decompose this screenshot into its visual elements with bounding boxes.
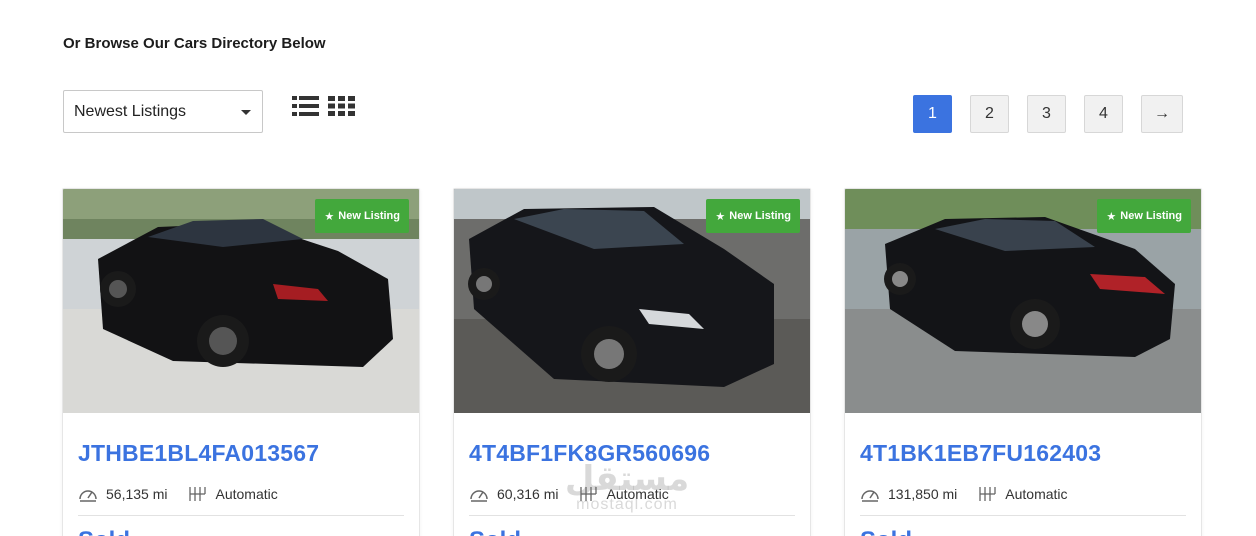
list-view-icon[interactable] <box>292 96 319 116</box>
new-listing-badge: ★ New Listing <box>315 199 409 233</box>
listing-card[interactable]: ★ New Listing 4T4BF1FK8GR560696 60,316 m… <box>453 188 811 536</box>
transmission-value: Automatic <box>1005 486 1068 502</box>
transmission-icon <box>580 487 598 501</box>
new-listing-badge: ★ New Listing <box>1097 199 1191 233</box>
transmission-value: Automatic <box>606 486 669 502</box>
chevron-down-icon <box>241 110 251 115</box>
speedometer-icon <box>79 490 97 502</box>
listing-vin-link[interactable]: 4T4BF1FK8GR560696 <box>469 440 710 467</box>
listing-status: Sold <box>469 527 521 536</box>
star-icon: ★ <box>324 210 335 223</box>
listing-vin-link[interactable]: 4T1BK1EB7FU162403 <box>860 440 1101 467</box>
listing-status: Sold <box>78 527 130 536</box>
pagination-next-button[interactable]: → <box>1141 95 1183 133</box>
car-photo[interactable]: ★ New Listing <box>63 189 419 413</box>
speedometer-icon <box>470 490 488 502</box>
mileage-value: 56,135 mi <box>106 486 168 502</box>
sort-selected-value: Newest Listings <box>74 102 187 120</box>
divider <box>860 515 1186 516</box>
badge-label: New Listing <box>729 210 791 222</box>
star-icon: ★ <box>1106 210 1117 223</box>
car-photo[interactable]: ★ New Listing <box>845 189 1201 413</box>
pagination-page-4[interactable]: 4 <box>1084 95 1123 133</box>
pagination-page-1[interactable]: 1 <box>913 95 952 133</box>
mileage-value: 60,316 mi <box>497 486 559 502</box>
grid-view-icon[interactable] <box>328 96 355 116</box>
speedometer-icon <box>861 490 879 502</box>
new-listing-badge: ★ New Listing <box>706 199 800 233</box>
listing-vin-link[interactable]: JTHBE1BL4FA013567 <box>78 440 319 467</box>
pagination-page-3[interactable]: 3 <box>1027 95 1066 133</box>
listing-card[interactable]: ★ New Listing JTHBE1BL4FA013567 56,135 m… <box>62 188 420 536</box>
sort-dropdown[interactable]: Newest Listings <box>63 90 263 133</box>
transmission-value: Automatic <box>215 486 278 502</box>
transmission-icon <box>189 487 207 501</box>
star-icon: ★ <box>715 210 726 223</box>
mileage-value: 131,850 mi <box>888 486 958 502</box>
badge-label: New Listing <box>1120 210 1182 222</box>
listing-status: Sold <box>860 527 912 536</box>
badge-label: New Listing <box>338 210 400 222</box>
section-heading: Or Browse Our Cars Directory Below <box>63 35 326 52</box>
pagination-page-2[interactable]: 2 <box>970 95 1009 133</box>
listing-card[interactable]: ★ New Listing 4T1BK1EB7FU162403 131,850 … <box>844 188 1202 536</box>
car-photo[interactable]: ★ New Listing <box>454 189 810 413</box>
divider <box>78 515 404 516</box>
transmission-icon <box>979 487 996 501</box>
divider <box>469 515 795 516</box>
